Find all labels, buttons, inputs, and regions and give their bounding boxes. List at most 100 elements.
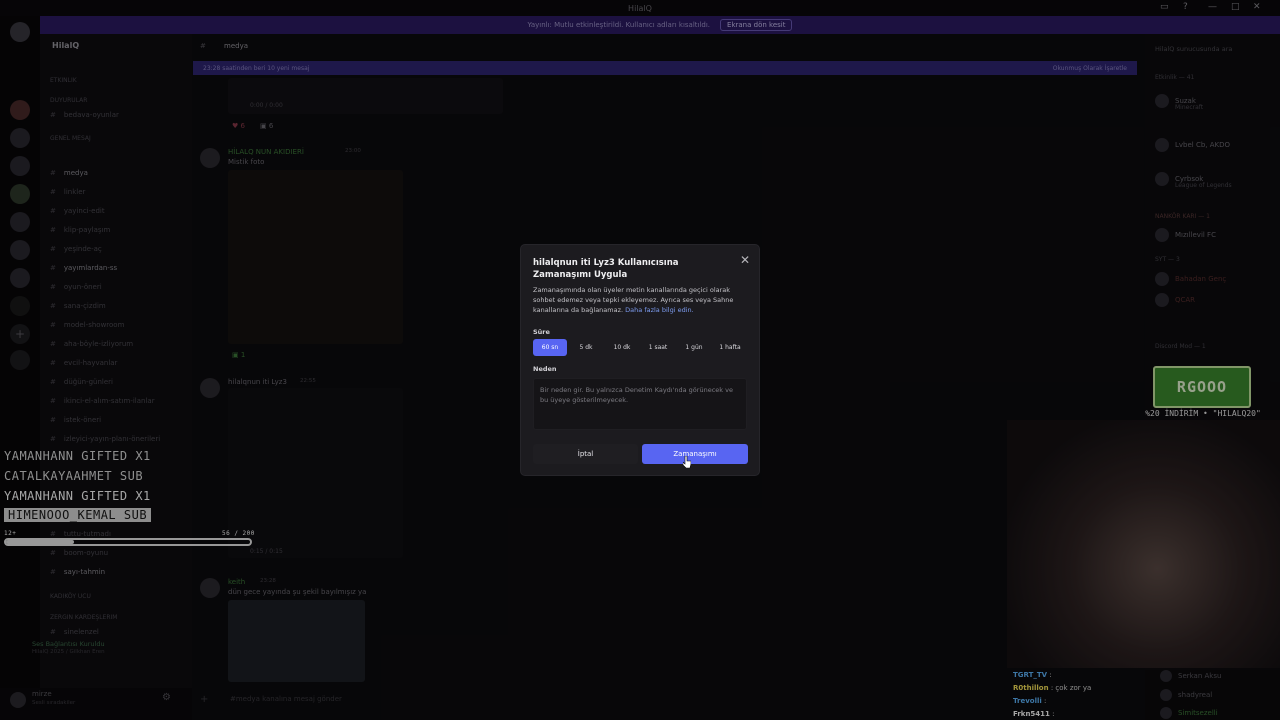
- add-attachment-icon[interactable]: +: [200, 694, 208, 705]
- learn-more-link[interactable]: Daha fazla bilgi edin.: [625, 306, 694, 314]
- server-icon[interactable]: [10, 184, 30, 204]
- promo-code: %20 İNDİRİM • "HILALQ20": [1145, 409, 1261, 418]
- channel-item[interactable]: # düğün-günleri: [50, 378, 113, 386]
- channel-label: model-showroom: [63, 321, 125, 329]
- member-item[interactable]: shadyreal: [1160, 689, 1212, 701]
- voice-sub: HilalQ 2025 / Gilkhan Eren: [32, 649, 105, 655]
- mark-read-button[interactable]: Okunmuş Olarak İşaretle: [1053, 65, 1127, 72]
- category-label[interactable]: DUYURULAR: [50, 97, 87, 104]
- channel-sidebar: HilalQ Etkinlik DUYURULAR # bedava-oyunla…: [32, 34, 192, 720]
- channel-item[interactable]: # boom-oyunu: [50, 549, 108, 557]
- channel-item[interactable]: # istek-öneri: [50, 416, 101, 424]
- channel-item[interactable]: # sana-çizdim: [50, 302, 106, 310]
- server-name[interactable]: HilalQ: [52, 41, 79, 50]
- channel-item[interactable]: # yeşinde-aç: [50, 245, 102, 253]
- duration-option-1h[interactable]: 1 saat: [641, 339, 675, 356]
- duration-option-60s[interactable]: 60 sn: [533, 339, 567, 356]
- message-author[interactable]: hilalqnun iti Lyz3: [228, 378, 287, 386]
- channel-item-active[interactable]: # medya: [50, 169, 88, 177]
- duration-option-1w[interactable]: 1 hafta: [713, 339, 747, 356]
- chat-line: Frkn5411 :: [1013, 710, 1055, 718]
- settings-icon[interactable]: ⚙: [162, 692, 171, 703]
- close-icon[interactable]: ✕: [740, 253, 750, 267]
- video-player[interactable]: 0:00 / 0:00: [228, 78, 503, 114]
- duration-option-10m[interactable]: 10 dk: [605, 339, 639, 356]
- category-label[interactable]: GENEL MESAJ: [50, 135, 91, 142]
- timeout-button[interactable]: Zamanaşımı: [642, 444, 748, 464]
- server-icon[interactable]: [10, 156, 30, 176]
- channel-label: sayı-tahmin: [63, 568, 106, 576]
- username: mirze: [32, 690, 52, 698]
- channel-item[interactable]: # klip-paylaşım: [50, 226, 110, 234]
- server-icon[interactable]: [10, 268, 30, 288]
- category-label[interactable]: Kadıköy Ucu: [50, 593, 91, 600]
- inbox-icon[interactable]: ▭: [1160, 2, 1169, 12]
- duration-option-5m[interactable]: 5 dk: [569, 339, 603, 356]
- hash-icon: #: [50, 378, 56, 386]
- unread-bar[interactable]: 23:28 saatinden beri 10 yeni mesaj Okunm…: [193, 61, 1137, 75]
- channel-item[interactable]: # izleyici-yayın-planı-önerileri: [50, 435, 160, 443]
- member-item[interactable]: Bahadan Genç: [1155, 272, 1226, 286]
- server-icon[interactable]: [10, 296, 30, 316]
- server-icon[interactable]: [10, 128, 30, 148]
- duration-option-1d[interactable]: 1 gün: [677, 339, 711, 356]
- category-label[interactable]: Zergin Kardeşlerim: [50, 614, 117, 621]
- image-attachment[interactable]: [228, 600, 365, 682]
- member-item[interactable]: Serkan Aksu: [1160, 670, 1221, 682]
- channel-item[interactable]: # linkler: [50, 188, 85, 196]
- member-item[interactable]: Lvbel Cb, AKDO: [1155, 138, 1230, 152]
- chat-line: R0thillon : çok zor ya: [1013, 684, 1091, 692]
- avatar[interactable]: [200, 578, 220, 598]
- category-label[interactable]: Etkinlik: [50, 77, 77, 84]
- avatar: [1160, 707, 1172, 719]
- chat-user: R0thillon: [1013, 684, 1049, 692]
- reason-input[interactable]: Bir neden gir. Bu yalnızca Denetim Kaydı…: [533, 378, 747, 430]
- member-item[interactable]: Mızıllevil FC: [1155, 228, 1216, 242]
- message-input[interactable]: + #medya kanalına mesaj gönder: [200, 692, 1000, 708]
- notice-button[interactable]: Ekrana dön kesit: [720, 19, 793, 31]
- reaction[interactable]: ▣ 6: [260, 122, 273, 130]
- channel-item[interactable]: # tuttu-tutmadı: [50, 530, 111, 538]
- channel-item[interactable]: # evcil-hayvanlar: [50, 359, 117, 367]
- member-item[interactable]: Simitsezelli: [1160, 707, 1218, 719]
- add-server-icon[interactable]: +: [10, 324, 30, 344]
- message-author[interactable]: HİLALQ NUN AKIDIERİ: [228, 148, 304, 156]
- chat-message: :: [1044, 697, 1047, 705]
- maximize-button[interactable]: □: [1231, 2, 1240, 12]
- home-icon[interactable]: [10, 22, 30, 42]
- reaction[interactable]: ♥ 6: [232, 122, 245, 130]
- channel-label: istek-öneri: [63, 416, 102, 424]
- close-window-button[interactable]: ✕: [1253, 2, 1261, 12]
- server-icon[interactable]: [10, 100, 30, 120]
- channel-item[interactable]: # yayinci-edit: [50, 207, 105, 215]
- message-author[interactable]: keith: [228, 578, 245, 586]
- reaction[interactable]: ▣ 1: [232, 351, 245, 359]
- member-group-label: NANKÖR KARI — 1: [1155, 213, 1210, 220]
- channel-item[interactable]: # sinelenzel: [50, 628, 99, 636]
- help-icon[interactable]: ?: [1183, 2, 1188, 12]
- channel-item[interactable]: # aha-böyle-izliyorum: [50, 340, 133, 348]
- explore-icon[interactable]: [10, 350, 30, 370]
- message-text: Mistik foto: [228, 158, 265, 166]
- channel-item[interactable]: # sayı-tahmin: [50, 568, 105, 576]
- channel-item[interactable]: # yayımlardan-ss: [50, 264, 117, 272]
- channel-item[interactable]: # bedava-oyunlar: [50, 111, 119, 119]
- avatar[interactable]: [200, 148, 220, 168]
- image-attachment[interactable]: [228, 170, 403, 344]
- channel-item[interactable]: # ikinci-el-alım-satım-ilanlar: [50, 397, 155, 405]
- avatar[interactable]: [10, 692, 26, 708]
- reason-label: Neden: [533, 365, 557, 373]
- member-item[interactable]: QCAR: [1155, 293, 1195, 307]
- cancel-button[interactable]: İptal: [533, 444, 638, 464]
- minimize-button[interactable]: —: [1208, 2, 1217, 12]
- server-icon[interactable]: [10, 212, 30, 232]
- title-bar: HilalQ ▭ ? — □ ✕: [0, 0, 1280, 16]
- server-icon[interactable]: [10, 240, 30, 260]
- member-name: Bahadan Genç: [1175, 275, 1227, 283]
- hash-icon: #: [50, 245, 56, 253]
- channel-item[interactable]: # model-showroom: [50, 321, 124, 329]
- avatar[interactable]: [200, 378, 220, 398]
- channel-item[interactable]: # oyun-öneri: [50, 283, 102, 291]
- sub-goal-progress: [4, 538, 252, 546]
- search-input[interactable]: HilalQ sunucusunda ara: [1155, 45, 1232, 53]
